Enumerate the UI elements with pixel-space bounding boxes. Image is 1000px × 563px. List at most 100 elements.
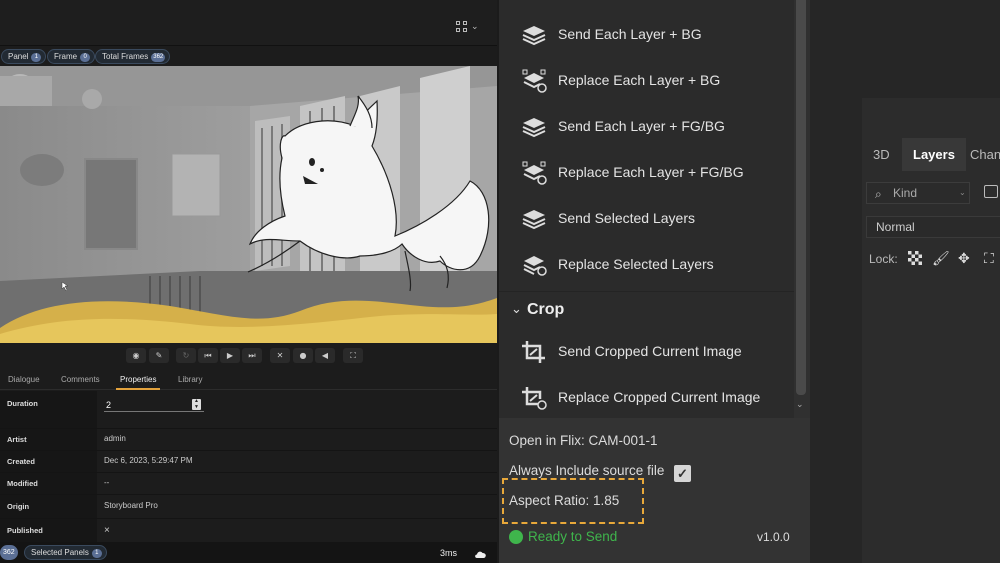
chevron-down-icon: ⌄ [471,22,479,32]
skip-forward-icon[interactable]: ⏭ [242,348,262,363]
volume-icon[interactable]: ◀ [315,348,335,363]
scrollbar-thumb[interactable] [796,0,806,395]
pill-count: 0 [80,53,91,62]
aspect-ratio-label: Aspect Ratio: 1.85 [509,493,620,508]
property-key: Origin [0,495,97,518]
duration-input[interactable] [104,398,204,412]
property-row-duration: Duration ▲▼ [0,391,497,429]
version-label: v1.0.0 [757,530,790,544]
property-key: Duration [0,391,97,428]
layers-send-icon [522,210,546,230]
property-value: × [104,525,110,536]
info-tabs: Dialogue Comments Properties Library [0,370,497,390]
storyboard-viewer[interactable] [0,66,497,343]
send-options-list: Send Each Layer + BG Replace Each Layer … [499,0,794,418]
tab-properties[interactable]: Properties [116,370,161,390]
scroll-down-icon[interactable]: ⌄ [796,400,804,410]
property-value: admin [104,434,126,443]
tab-library[interactable]: Library [178,370,202,390]
replace-cropped-image-button[interactable]: Replace Cropped Current Image [499,377,794,417]
lock-position-move-icon[interactable]: ✥ [958,251,974,267]
frame-pill: Frame 0 [47,49,96,64]
lock-label: Lock: [869,252,898,266]
flix-top-bar: ⌄ [0,0,497,46]
comment-icon[interactable]: ◉ [126,348,146,363]
total-count-badge: 362 [0,545,18,560]
crop-section-title: Crop [527,301,565,318]
ready-status: Ready to Send [528,529,618,544]
menu-item-label: Replace Cropped Current Image [558,389,761,405]
lock-artboard-icon[interactable]: ⛶ [984,251,1000,267]
layers-replace-icon [522,69,547,93]
property-row-modified: Modified -- [0,473,497,495]
panel-pill: Panel 1 [1,49,47,64]
tab-channels[interactable]: Chann [970,138,1000,171]
extension-footer: Open in Flix: CAM-001-1 Always Include s… [499,418,810,563]
tab-comments[interactable]: Comments [61,370,100,390]
duration-stepper[interactable]: ▲ ▼ [192,398,201,410]
panel-divider [810,0,862,563]
menu-item-label: Send Cropped Current Image [558,343,742,359]
property-row-artist: Artist admin [0,429,497,451]
property-key: Created [0,451,97,472]
property-value: Dec 6, 2023, 5:29:47 PM [104,456,193,465]
tab-layers[interactable]: Layers [902,138,966,171]
flix-status-bar: 362 Selected Panels 1 3ms [0,543,497,563]
menu-item-label: Send Each Layer + FG/BG [558,118,725,134]
properties-table: Duration ▲▼ Artist admin Created Dec 6, … [0,391,497,543]
property-value: -- [104,478,110,487]
blend-mode-select[interactable]: Normal [866,216,1000,238]
pill-count: 362 [151,53,166,62]
photoshop-layers-panel: ↷ 3D Layers Chann ⌕ Kind ⌄ Normal Lock: … [862,0,1000,563]
loop-icon[interactable]: ↻ [176,348,196,363]
pill-count: 1 [31,53,42,62]
layers-send-icon [522,118,546,138]
lock-transparent-pixels-icon[interactable] [908,251,924,267]
selected-panels-pill[interactable]: Selected Panels 1 [24,545,107,560]
total-frames-pill: Total Frames 362 [95,49,171,64]
send-each-layer-fgbg-button[interactable]: Send Each Layer + FG/BG [499,106,794,146]
property-key: Published [0,519,97,542]
replace-each-layer-bg-button[interactable]: Replace Each Layer + BG [499,60,794,100]
play-icon[interactable]: ▶ [220,348,240,363]
send-each-layer-bg-button[interactable]: Send Each Layer + BG [499,14,794,54]
panel-info-pills: Panel 1 Frame 0 Total Frames 362 [0,49,497,65]
search-icon: ⌕ [875,187,882,201]
chevron-down-icon: ⌄ [511,302,522,317]
skip-back-icon[interactable]: ⏮ [198,348,218,363]
menu-item-label: Replace Selected Layers [558,256,714,272]
layer-kind-filter[interactable]: ⌕ Kind ⌄ [866,182,970,204]
flix-panel: ⌄ Panel 1 Frame 0 Total Frames 362 ◉ ✎ ↻… [0,0,497,563]
property-row-published: Published × [0,519,497,543]
layers-replace-icon [522,161,547,185]
pill-label: Panel [8,52,29,61]
extension-scrollbar[interactable]: ⌄ [794,0,810,418]
menu-item-label: Replace Each Layer + BG [558,72,721,88]
tab-dialogue[interactable]: Dialogue [8,370,40,390]
include-source-checkbox[interactable]: ✓ [674,465,691,482]
fullscreen-icon[interactable]: ⛶ [343,348,363,363]
property-key: Modified [0,473,97,494]
record-icon[interactable]: ● [293,348,313,363]
include-source-label: Always Include source file [509,463,665,478]
layers-panel-body: 3D Layers Chann ⌕ Kind ⌄ Normal Lock: 🖌 … [862,98,1000,563]
status-indicator-icon [509,530,523,544]
open-in-flix-label: Open in Flix: CAM-001-1 [509,433,658,448]
replace-selected-layers-button[interactable]: Replace Selected Layers [499,244,794,284]
image-filter-icon[interactable] [984,185,998,198]
crop-section-toggle[interactable]: ⌄ Crop [499,291,794,331]
send-selected-layers-button[interactable]: Send Selected Layers [499,198,794,238]
pill-label: Selected Panels [31,548,89,557]
lock-image-pixels-brush-icon[interactable]: 🖌 [932,251,950,267]
tab-3d[interactable]: 3D [873,138,890,171]
crop-replace-icon [522,387,547,410]
menu-item-label: Send Each Layer + BG [558,26,702,42]
send-cropped-image-button[interactable]: Send Cropped Current Image [499,331,794,371]
pencil-icon[interactable]: ✎ [149,348,169,363]
property-row-origin: Origin Storyboard Pro [0,495,497,519]
timing-readout: 3ms [440,548,458,558]
menu-item-label: Replace Each Layer + FG/BG [558,164,744,180]
mute-mic-icon[interactable]: ✕ [270,348,290,363]
replace-each-layer-fgbg-button[interactable]: Replace Each Layer + FG/BG [499,152,794,192]
layout-grid-toggle[interactable]: ⌄ [456,20,482,36]
